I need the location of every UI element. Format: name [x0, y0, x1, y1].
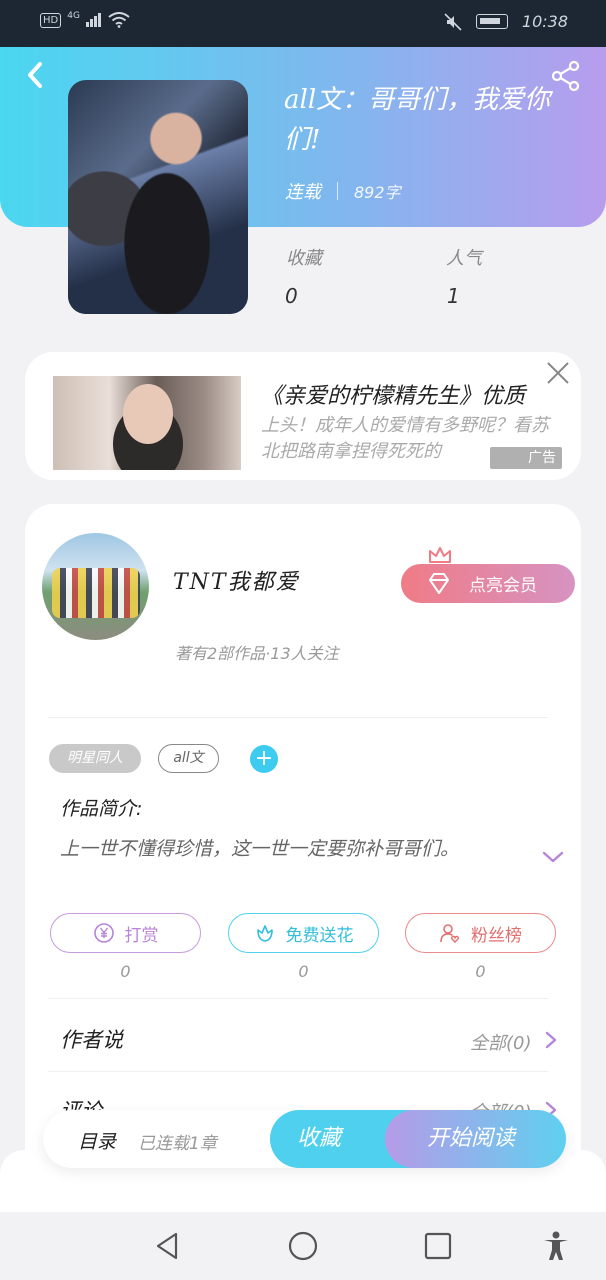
meta-divider — [337, 182, 338, 200]
vip-button[interactable]: 点亮会员 — [401, 564, 575, 603]
ad-image[interactable] — [53, 376, 241, 470]
mute-icon — [444, 12, 462, 31]
nav-recent-icon[interactable] — [422, 1230, 454, 1262]
status-bar: HD 4G 10:38 — [0, 0, 606, 47]
section-divider — [48, 1071, 548, 1072]
flower-icon — [256, 925, 273, 942]
network-label: 4G — [67, 11, 80, 21]
reward-count: 0 — [120, 962, 131, 981]
intro-text: 上一世不懂得珍惜，这一世一定要弥补哥哥们。 — [60, 838, 460, 860]
author-notes-label[interactable]: 作者说 — [60, 1024, 123, 1054]
author-meta: 著有2部作品·13人关注 — [175, 644, 339, 663]
tag-chip[interactable]: 明星同人 — [49, 744, 141, 773]
book-status: 连载 — [285, 182, 321, 203]
signal-icon — [85, 13, 101, 27]
send-flower-label: 免费送花 — [285, 925, 354, 946]
toc-button[interactable]: 目录 — [78, 1127, 116, 1154]
ad-badge: 广告 — [490, 447, 562, 469]
flower-count: 0 — [298, 962, 309, 981]
tag-chip[interactable]: all文 — [158, 744, 219, 773]
fan-ranking-label: 粉丝榜 — [471, 925, 522, 946]
send-flower-button[interactable]: 免费送花 — [228, 913, 379, 953]
ad-title[interactable]: 《亲爱的柠檬精先生》优质 — [261, 378, 561, 410]
reward-button[interactable]: 打赏 — [50, 913, 201, 953]
popularity-count: 1 — [447, 284, 460, 308]
gem-icon — [429, 572, 449, 594]
author-avatar[interactable] — [42, 533, 149, 640]
share-icon[interactable] — [550, 60, 582, 92]
chevron-down-icon[interactable] — [541, 849, 565, 865]
start-reading-button[interactable]: 开始阅读 — [385, 1110, 566, 1168]
wifi-icon — [108, 12, 130, 28]
accessibility-icon[interactable] — [540, 1230, 572, 1262]
section-divider — [48, 998, 548, 999]
nav-back-icon[interactable] — [152, 1230, 184, 1262]
book-meta: 连载 892字 — [285, 178, 401, 204]
nav-home-icon[interactable] — [287, 1230, 319, 1262]
status-right: 10:38 — [444, 12, 568, 31]
section-divider — [48, 717, 548, 718]
author-notes-more[interactable]: 全部(0) — [470, 1029, 532, 1055]
book-title: all文：哥哥们，我爱你们! — [284, 85, 551, 155]
crown-icon — [429, 547, 451, 563]
author-name[interactable]: TNT我都爱 — [173, 564, 300, 596]
fan-count: 0 — [475, 962, 486, 981]
status-time: 10:38 — [521, 12, 568, 31]
book-cover[interactable] — [68, 80, 248, 314]
yen-icon — [93, 923, 114, 943]
favorites-count: 0 — [285, 284, 298, 308]
favorites-label: 收藏 — [286, 248, 322, 269]
status-left: HD 4G — [40, 11, 130, 28]
chevron-right-icon[interactable] — [544, 1030, 558, 1050]
word-count: 892字 — [354, 183, 401, 202]
battery-icon — [475, 14, 508, 29]
chapter-count[interactable]: 已连载1章 — [138, 1129, 217, 1154]
popularity-label: 人气 — [446, 248, 482, 269]
vip-button-label: 点亮会员 — [469, 576, 537, 596]
back-icon[interactable] — [22, 60, 48, 90]
reward-label: 打赏 — [124, 925, 159, 946]
add-tag-button[interactable]: + — [250, 745, 278, 773]
fan-ranking-button[interactable]: 粉丝榜 — [405, 913, 556, 953]
intro-label: 作品简介: — [60, 798, 143, 820]
hd-badge: HD — [40, 12, 62, 28]
user-heart-icon — [440, 924, 460, 943]
